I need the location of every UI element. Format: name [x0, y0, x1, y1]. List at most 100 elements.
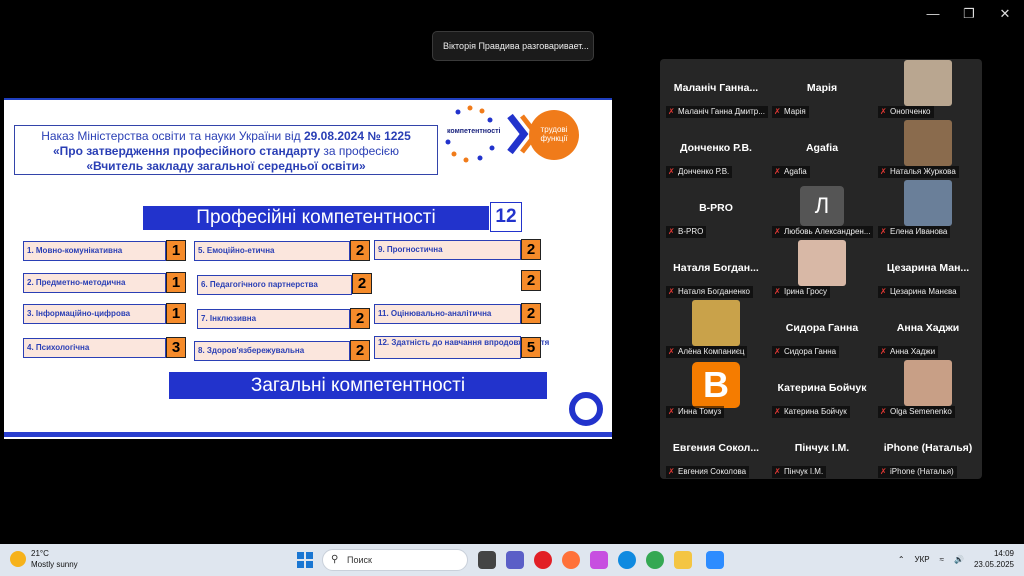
participant-name-tag: ✗ Маланіч Ганна Дмитр... [666, 106, 768, 118]
sun-icon [10, 551, 26, 567]
order-number: № 1225 [364, 129, 411, 143]
competency-6: 6. Педагогічного партнерства [197, 275, 352, 295]
volume-icon[interactable]: 🔊 [954, 555, 964, 564]
participant-tile[interactable]: ✗ Онопченко [875, 60, 981, 118]
mic-muted-icon: ✗ [668, 467, 675, 476]
participant-tile[interactable]: ✗ Наталья Журкова [875, 120, 981, 178]
participant-tile[interactable]: B ✗ Инна Томуз [663, 360, 769, 418]
participant-display-name: Сидора Ганна [785, 322, 859, 334]
participant-tile[interactable]: Марія ✗ Марія [769, 60, 875, 118]
participant-name-tag: ✗ Катерина Бойчук [772, 406, 850, 418]
teams-icon[interactable] [506, 551, 524, 569]
mic-muted-icon: ✗ [774, 467, 781, 476]
participant-tile[interactable]: Agafia ✗ Agafia [769, 120, 875, 178]
file-explorer-icon[interactable] [674, 551, 692, 569]
participant-display-name: Донченко Р.В. [680, 142, 752, 154]
competency-3: 3. Інформаційно-цифрова [23, 304, 166, 324]
participant-name: Наталья Журкова [890, 167, 956, 176]
competency-8-count: 2 [350, 340, 370, 361]
labour-functions-badge: трудові функції [529, 110, 579, 160]
participant-name-tag: ✗ Марія [772, 106, 809, 118]
participant-tile[interactable]: Пінчук І.М. ✗ Пінчук І.М. [769, 420, 875, 478]
weather-temp: 21°C [31, 549, 49, 558]
mic-muted-icon: ✗ [774, 287, 781, 296]
weather-widget[interactable]: 21°C Mostly sunny [10, 548, 78, 570]
participant-tile[interactable]: Маланіч Ганна... ✗ Маланіч Ганна Дмитр... [663, 60, 769, 118]
competency-9-count: 2 [521, 239, 541, 260]
taskbar: 21°C Mostly sunny ⚲ Поиск ⌃ УКР ≈ 🔊 14:0… [0, 544, 1024, 576]
participant-tile[interactable]: ✗ Алёна Компаниєц [663, 300, 769, 358]
participant-name-tag: ✗ Онопченко [878, 106, 934, 118]
mic-muted-icon: ✗ [880, 287, 887, 296]
windows-start-icon[interactable] [296, 551, 314, 569]
participant-tile[interactable]: Наталя Богдан... ✗ Наталя Богданенко [663, 240, 769, 298]
participant-name-tag: ✗ Цезарина Манєва [878, 286, 960, 298]
minimize-button[interactable]: — [926, 6, 940, 22]
participant-name: Olga Semenenko [890, 407, 952, 416]
edge-icon[interactable] [618, 551, 636, 569]
chrome-icon[interactable] [646, 551, 664, 569]
professional-banner: Професійні компетентності [143, 206, 489, 230]
chevron-up-icon[interactable]: ⌃ [898, 555, 905, 564]
participant-tile[interactable]: Донченко Р.В. ✗ Донченко Р.В. [663, 120, 769, 178]
participant-display-name: Катерина Бойчук [777, 382, 867, 394]
participant-photo [904, 120, 952, 166]
participant-tile[interactable]: Цезарина Ман... ✗ Цезарина Манєва [875, 240, 981, 298]
participant-tile[interactable]: Катерина Бойчук ✗ Катерина Бойчук [769, 360, 875, 418]
participant-name-tag: ✗ Любовь Александрен... [772, 226, 874, 238]
participant-name: Марія [784, 107, 806, 116]
participant-display-name: Пінчук І.М. [794, 442, 850, 454]
competency-7-count: 2 [350, 308, 370, 329]
copilot-icon[interactable] [590, 551, 608, 569]
participant-tile[interactable]: iPhone (Наталья) ✗ iPhone (Наталья) [875, 420, 981, 478]
weather-desc: Mostly sunny [31, 560, 78, 569]
participant-tile[interactable]: ✗ Ірина Гросу [769, 240, 875, 298]
order-date: 29.08.2024 [303, 129, 365, 143]
participant-name: Наталя Богданенко [678, 287, 750, 296]
participant-tile[interactable]: ✗ Елена Иванова [875, 180, 981, 238]
participant-name: Маланіч Ганна Дмитр... [678, 107, 765, 116]
participant-tile[interactable]: B-PRO ✗ B-PRO [663, 180, 769, 238]
competency-11-count: 2 [521, 303, 541, 324]
participant-name: Алёна Компаниєц [678, 347, 745, 356]
participant-name-tag: ✗ Анна Хаджи [878, 346, 939, 358]
lang-indicator[interactable]: УКР [915, 555, 930, 564]
participant-name: Евгения Соколова [678, 467, 747, 476]
clock[interactable]: 14:09 23.05.2025 [974, 548, 1014, 570]
participant-logo: B [692, 362, 740, 408]
taskbar-search[interactable]: ⚲ Поиск [322, 549, 468, 571]
mic-muted-icon: ✗ [774, 167, 781, 176]
participant-tile[interactable]: ✗ Olga Semenenko [875, 360, 981, 418]
mic-muted-icon: ✗ [880, 347, 887, 356]
wifi-icon[interactable]: ≈ [940, 555, 944, 564]
zoom-icon[interactable] [706, 551, 724, 569]
general-banner: Загальні компетентності [169, 372, 547, 399]
restore-button[interactable]: ❐ [962, 6, 976, 22]
participant-tile[interactable]: Сидора Ганна ✗ Сидора Ганна [769, 300, 875, 358]
competency-7: 7. Інклюзивна [197, 309, 350, 329]
mic-muted-icon: ✗ [668, 107, 675, 116]
professional-count: 12 [490, 202, 522, 232]
close-button[interactable]: ✕ [998, 6, 1012, 22]
task-view-icon[interactable] [478, 551, 496, 569]
order-subject: «Про затвердження професійного стандарту [52, 144, 321, 158]
competency-2: 2. Предметно-методична [23, 273, 166, 293]
screen: — ❐ ✕ Вікторія Правдива разговаривает...… [0, 0, 1024, 576]
competency-2-count: 1 [166, 272, 186, 293]
mic-muted-icon: ✗ [880, 107, 887, 116]
participant-name-tag: ✗ B-PRO [666, 226, 707, 238]
participant-name-tag: ✗ Алёна Компаниєц [666, 346, 748, 358]
competency-9: 9. Прогностична [374, 240, 521, 260]
order-text: Наказ Міністерства освіти та науки Украї… [41, 129, 304, 143]
mic-muted-icon: ✗ [880, 167, 887, 176]
participant-tile[interactable]: Евгения Сокол... ✗ Евгения Соколова [663, 420, 769, 478]
participant-name: iPhone (Наталья) [890, 467, 954, 476]
participant-tile[interactable]: Л ✗ Любовь Александрен... [769, 180, 875, 238]
mic-muted-icon: ✗ [774, 107, 781, 116]
firefox-icon[interactable] [562, 551, 580, 569]
mic-muted-icon: ✗ [880, 467, 887, 476]
participant-name: Сидора Ганна [784, 347, 837, 356]
participant-name: Елена Иванова [890, 227, 948, 236]
opera-icon[interactable] [534, 551, 552, 569]
participant-tile[interactable]: Анна Хаджи ✗ Анна Хаджи [875, 300, 981, 358]
